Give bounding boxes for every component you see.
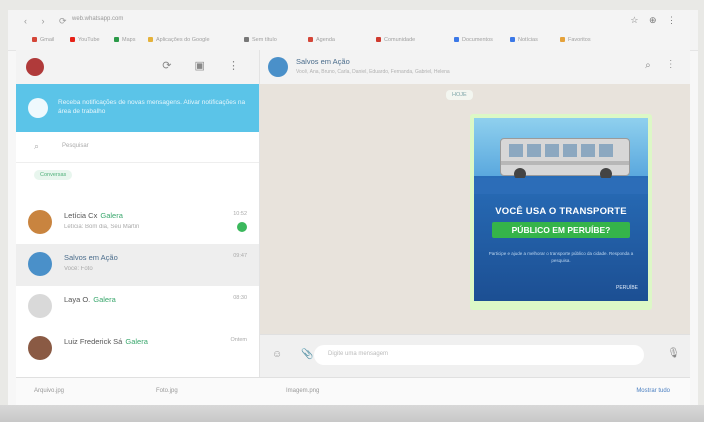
browser-address-row: ‹ › ⟳ web.whatsapp.com ☆ ⊕ ⋮ bbox=[8, 10, 698, 32]
message-input[interactable]: Digite uma mensagem bbox=[314, 345, 644, 365]
avatar[interactable] bbox=[26, 58, 44, 76]
chat-list-panel: ⟳ ▣ ⋮ Receba notificações de novas mensa… bbox=[16, 50, 260, 405]
avatar bbox=[28, 294, 52, 318]
show-all-link[interactable]: Mostrar tudo bbox=[636, 388, 670, 394]
conversation-area: HOJE VOCÊ USA O TRANSPORTE PÚBLICO EM PE… bbox=[260, 84, 690, 334]
photo-bottom-edge bbox=[0, 405, 704, 422]
bookmark-item[interactable]: Aplicações do Google bbox=[148, 37, 210, 43]
sidebar-header-icons[interactable]: ⟳ ▣ ⋮ bbox=[162, 59, 249, 72]
list-item[interactable]: Letícia Cx Galera Letícia: Bom dia, Seu M… bbox=[16, 202, 259, 244]
browser-nav-buttons[interactable]: ‹ › ⟳ bbox=[24, 16, 73, 27]
poster-logo: PERUÍBE bbox=[616, 285, 638, 291]
address-bar[interactable]: web.whatsapp.com bbox=[72, 16, 123, 22]
group-members: Você, Ana, Bruno, Carla, Daniel, Eduardo… bbox=[296, 69, 450, 75]
list-item[interactable]: Laya O. Galera 08:30 bbox=[16, 286, 259, 328]
poster-subtext: Participe e ajude a melhorar o transport… bbox=[488, 251, 634, 263]
chat-preview: Letícia: Bom dia, Seu Martin bbox=[64, 224, 140, 230]
mic-icon[interactable]: 🎙 bbox=[667, 348, 680, 359]
bookmark-item[interactable]: Comunidade bbox=[376, 37, 415, 43]
browser-menu-icons[interactable]: ☆ ⊕ ⋮ bbox=[630, 15, 680, 26]
bookmark-item[interactable]: Sem título bbox=[244, 37, 277, 43]
chat-time: 08:30 bbox=[233, 295, 247, 301]
chat-name: Laya O. Galera bbox=[64, 295, 116, 304]
chat-preview: Você: Foto bbox=[64, 266, 93, 272]
poster-road bbox=[474, 178, 648, 194]
bookmark-item[interactable]: Favoritos bbox=[560, 37, 591, 43]
avatar bbox=[28, 210, 52, 234]
search-icon[interactable]: ⌕ bbox=[34, 141, 39, 152]
poster-image[interactable]: VOCÊ USA O TRANSPORTE PÚBLICO EM PERUÍBE… bbox=[474, 118, 648, 301]
bookmark-item[interactable]: Agenda bbox=[308, 37, 335, 43]
bell-off-icon bbox=[28, 98, 48, 118]
notification-banner[interactable]: Receba notificações de novas mensagens. … bbox=[16, 84, 259, 132]
bookmark-item[interactable]: Gmail bbox=[32, 37, 54, 43]
download-item[interactable]: Foto.jpg bbox=[156, 388, 178, 394]
download-item[interactable]: Imagem.png bbox=[286, 388, 319, 394]
chat-header[interactable]: Salvos em Ação Você, Ana, Bruno, Carla, … bbox=[260, 50, 690, 85]
avatar[interactable] bbox=[268, 57, 288, 77]
poster-headline: VOCÊ USA O TRANSPORTE bbox=[495, 206, 627, 217]
chat-header-icons[interactable]: ⌕ ⋮ bbox=[645, 60, 680, 71]
list-item[interactable]: Salvos em Ação Você: Foto 09:47 bbox=[16, 244, 259, 286]
chat-time: 10:52 bbox=[233, 211, 247, 217]
unread-badge bbox=[237, 222, 247, 232]
poster-headline-box: PÚBLICO EM PERUÍBE? bbox=[492, 222, 630, 238]
group-name: Salvos em Ação bbox=[296, 57, 350, 66]
bookmark-item[interactable]: Notícias bbox=[510, 37, 538, 43]
downloads-bar: Arquivo.jpg Foto.jpg Imagem.png Mostrar … bbox=[16, 377, 690, 405]
notification-text: Receba notificações de novas mensagens. … bbox=[58, 99, 246, 115]
bookmarks-bar: Gmail YouTube Maps Aplicações do Google … bbox=[8, 32, 698, 51]
chat-time: 09:47 bbox=[233, 253, 247, 259]
message-placeholder: Digite uma mensagem bbox=[328, 351, 389, 357]
bookmark-item[interactable]: Maps bbox=[114, 37, 135, 43]
screen: ‹ › ⟳ web.whatsapp.com ☆ ⊕ ⋮ Gmail YouTu… bbox=[8, 10, 698, 405]
search-row: ⌕ Pesquisar bbox=[16, 132, 259, 163]
list-item[interactable]: Luiz Frederick Sá Galera Ontem bbox=[16, 328, 259, 370]
bookmark-item[interactable]: YouTube bbox=[70, 37, 100, 43]
bookmark-item[interactable]: Documentos bbox=[454, 37, 493, 43]
message-composer: ☺ 📎 Digite uma mensagem 🎙 bbox=[260, 334, 690, 378]
date-chip: HOJE bbox=[446, 90, 473, 100]
chat-name: Letícia Cx Galera bbox=[64, 211, 123, 220]
avatar bbox=[28, 336, 52, 360]
filter-chip[interactable]: Conversas bbox=[34, 170, 73, 180]
search-input[interactable]: Pesquisar bbox=[62, 143, 89, 149]
image-message[interactable]: VOCÊ USA O TRANSPORTE PÚBLICO EM PERUÍBE… bbox=[470, 114, 652, 310]
chat-time: Ontem bbox=[230, 337, 247, 343]
download-item[interactable]: Arquivo.jpg bbox=[34, 388, 64, 394]
chat-name: Salvos em Ação bbox=[64, 253, 118, 262]
sidebar-header: ⟳ ▣ ⋮ bbox=[16, 50, 259, 84]
chat-name: Luiz Frederick Sá Galera bbox=[64, 337, 148, 346]
avatar bbox=[28, 252, 52, 276]
poster-headline2: PÚBLICO EM PERUÍBE? bbox=[511, 225, 611, 235]
